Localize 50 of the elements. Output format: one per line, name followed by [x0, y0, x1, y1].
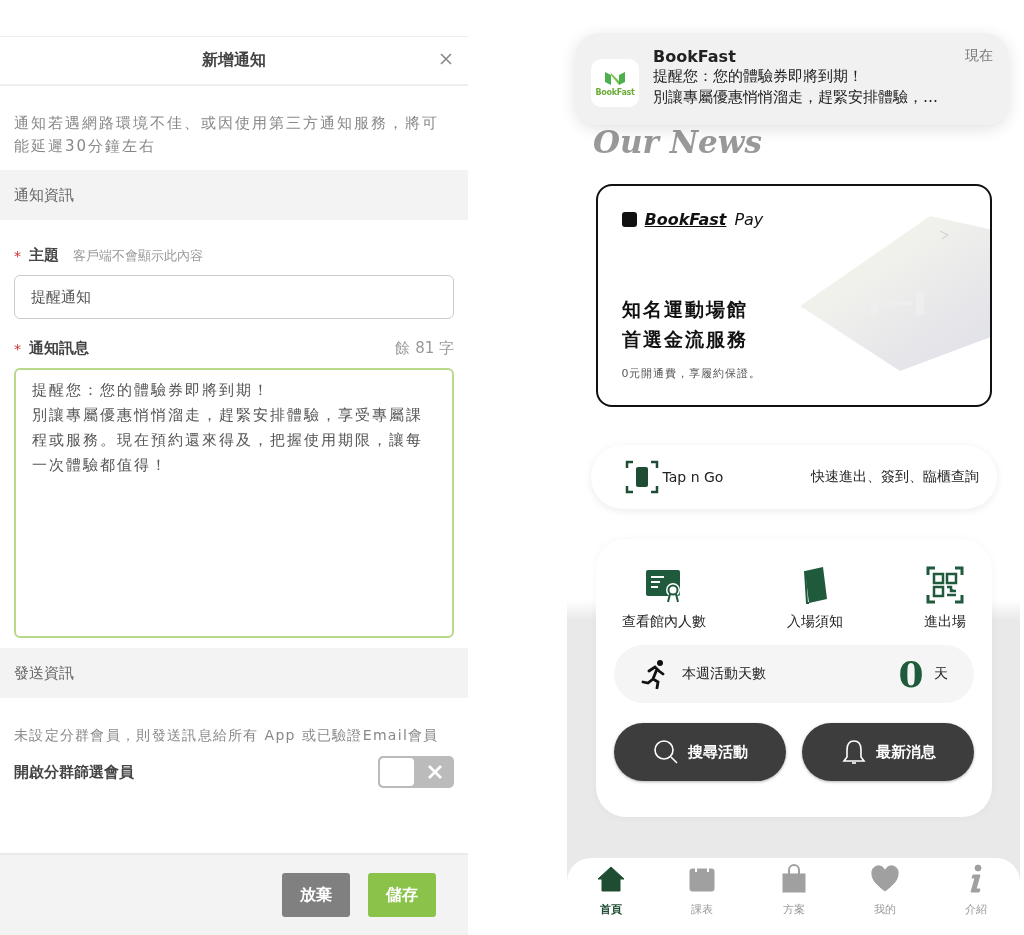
tap-label: Tap n Go	[662, 469, 724, 485]
toggle-switch[interactable]	[378, 756, 454, 788]
input-field[interactable]: 提醒通知	[14, 275, 454, 319]
dialog-title: 新增通知	[202, 50, 266, 71]
search-button[interactable]: 搜尋活動	[613, 723, 786, 781]
activity-count: 0	[898, 653, 924, 695]
notice-text: 通知若遇網路環境不佳、或因使用第三方通知服務，將可能延遲30分鐘左右	[13, 113, 440, 157]
close-icon	[438, 51, 454, 67]
promo-headline: 知名運動場館	[621, 297, 749, 322]
required-mark: *	[14, 340, 21, 357]
qr-code-icon	[924, 565, 965, 605]
news-button[interactable]: 最新消息	[801, 723, 974, 781]
notification-text: 提醒您：您的體驗券即將到期！	[653, 66, 864, 87]
field-hint: 客戶端不會顯示此內容	[73, 246, 203, 265]
notification-time: 現在	[965, 47, 993, 65]
tap-n-go-bar[interactable]: Tap n Go 快速進出、簽到、臨櫃查詢	[590, 445, 997, 509]
field-label: 通知訊息	[29, 339, 89, 358]
section-header: 通知資訊	[0, 170, 468, 220]
required-mark: *	[14, 247, 21, 264]
cross-icon	[426, 763, 444, 781]
search-icon	[651, 738, 680, 766]
logo-icon	[603, 69, 627, 88]
notification-app: BookFast	[653, 47, 736, 66]
promo-headline: 首選金流服務	[621, 327, 749, 352]
action-button[interactable]: 進出場	[923, 565, 966, 631]
field-label: 主題	[29, 246, 59, 265]
tab[interactable]: 首頁	[589, 864, 633, 935]
action-button[interactable]: 查看館內人數	[621, 565, 706, 631]
notification-text: 別讓專屬優惠悄悄溜走，趕緊安排體驗，…	[653, 87, 939, 108]
news-heading: Our News	[593, 124, 762, 162]
promo-subtext: 0元開通費，享履約保證。	[621, 366, 763, 381]
heart-icon	[869, 864, 900, 894]
close-button[interactable]	[438, 51, 454, 67]
activity-unit: 天	[933, 665, 948, 683]
brand-name: BookFast	[644, 210, 727, 229]
promo-card[interactable]: BookFast Pay 知名運動場館 首選金流服務 0元開通費，享履約保證。	[595, 184, 992, 407]
app-icon-label: BookFast	[595, 87, 635, 97]
section-header: 發送資訊	[0, 648, 468, 698]
toggle-label: 開啟分群篩選會員	[14, 762, 134, 782]
note-text: 未設定分群會員，則發送訊息給所有 App 或已驗證Email會員	[14, 726, 440, 745]
action-button[interactable]: 入場須知	[786, 565, 843, 631]
message-textarea[interactable]: 提醒您：您的體驗券即將到期！ 別讓專屬優惠悄悄溜走，趕緊安排體驗，享受專屬課程或服務。現在預約還來得及，把握使用期限，讓每一次體驗都值得！	[14, 368, 454, 638]
brand-logo-icon	[621, 212, 637, 227]
brand-suffix: Pay	[734, 210, 764, 229]
character-counter: 餘 81 字	[395, 339, 454, 358]
discard-button[interactable]: 放棄	[282, 873, 350, 917]
notification-banner[interactable]: BookFast BookFast 現在 提醒您：您的體驗券即將到期！ 別讓專屬優惠悄悄溜走，趕緊安排體驗，…	[575, 33, 1009, 125]
activity-label: 本週活動天數	[681, 665, 766, 683]
home-icon	[596, 864, 626, 894]
tap-description: 快速進出、簽到、臨櫃查詢	[810, 468, 979, 486]
